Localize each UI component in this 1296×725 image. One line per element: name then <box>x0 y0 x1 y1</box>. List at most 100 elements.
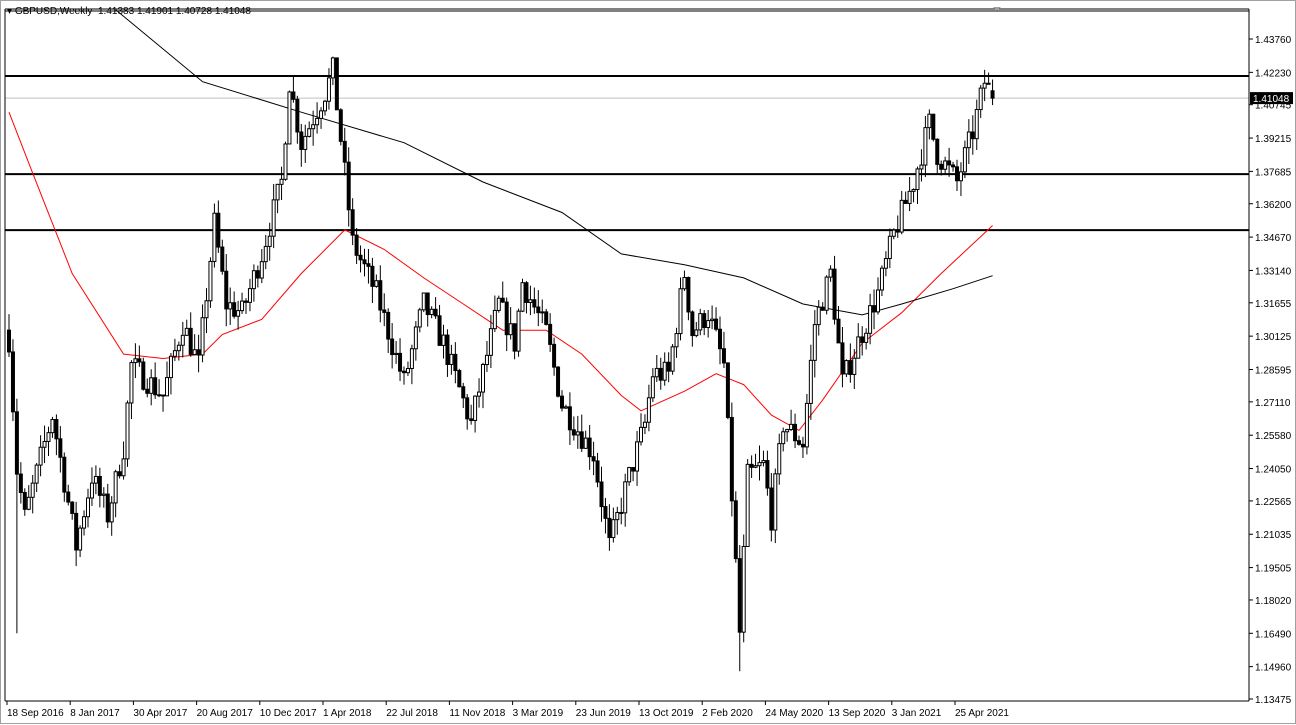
bull-candle <box>409 348 414 369</box>
bull-candle <box>911 189 916 192</box>
price-chart[interactable]: 1.437601.422301.407451.392151.376851.362… <box>1 1 1296 725</box>
bull-candle <box>200 317 205 356</box>
bull-candle <box>192 349 197 356</box>
bull-candle <box>212 212 217 262</box>
bull-candle <box>781 431 786 445</box>
bear-candle <box>749 463 754 468</box>
bear-candle <box>666 361 671 372</box>
bear-candle <box>686 276 691 313</box>
price-tick-label: 1.31655 <box>1255 299 1292 310</box>
bull-candle <box>477 391 482 397</box>
price-tick-label: 1.21035 <box>1255 530 1292 541</box>
bull-candle <box>710 318 715 322</box>
bull-candle <box>449 353 454 365</box>
bull-candle <box>785 429 790 433</box>
bull-candle <box>481 364 485 393</box>
date-tick-label: 22 Jul 2018 <box>386 708 438 719</box>
date-tick-label: 13 Oct 2019 <box>639 708 694 719</box>
bear-candle <box>153 377 158 396</box>
price-tick-label: 1.33140 <box>1255 266 1292 277</box>
date-tick-label: 18 Sep 2016 <box>7 708 64 719</box>
bear-candle <box>832 268 837 320</box>
bear-candle <box>737 558 742 633</box>
bull-candle <box>109 502 114 523</box>
bear-candle <box>338 109 343 142</box>
bear-candle <box>765 460 770 489</box>
close-value: 1.41048 <box>214 6 251 17</box>
date-tick-label: 24 May 2020 <box>765 708 823 719</box>
moving-average-line <box>115 9 993 316</box>
bear-candle <box>220 246 225 272</box>
bear-candle <box>145 388 150 394</box>
bear-candle <box>161 394 166 397</box>
bear-candle <box>196 349 201 356</box>
bear-candle <box>14 411 19 475</box>
bear-candle <box>295 98 300 133</box>
bear-candle <box>548 323 553 345</box>
bear-candle <box>903 199 908 204</box>
price-tick-label: 1.30125 <box>1255 332 1292 343</box>
bull-candle <box>263 245 268 263</box>
bear-candle <box>599 481 604 508</box>
bull-candle <box>46 432 51 442</box>
date-tick-label: 20 Aug 2017 <box>197 708 254 719</box>
collapse-triangle-icon[interactable]: ▾ <box>7 6 12 17</box>
bear-candle <box>378 280 383 311</box>
bear-candle <box>895 229 900 233</box>
bear-candle <box>457 370 462 388</box>
bull-candle <box>319 110 324 119</box>
bear-candle <box>97 475 102 496</box>
bull-candle <box>78 527 83 551</box>
bear-candle <box>793 423 798 442</box>
date-tick-label: 3 Mar 2019 <box>513 708 564 719</box>
bear-candle <box>970 131 975 140</box>
bull-candle <box>204 300 209 319</box>
bull-candle <box>828 268 833 278</box>
price-tick-label: 1.25580 <box>1255 431 1292 442</box>
bull-candle <box>374 280 379 287</box>
bull-candle <box>852 357 857 375</box>
bear-candle <box>931 113 936 140</box>
bear-candle <box>390 338 395 356</box>
bear-candle <box>70 501 75 514</box>
bear-candle <box>370 265 375 287</box>
price-tick-label: 1.27110 <box>1255 398 1291 409</box>
bear-candle <box>714 318 719 330</box>
bear-candle <box>465 397 470 420</box>
bear-candle <box>346 161 351 211</box>
bull-candle <box>982 82 987 89</box>
bull-candle <box>891 229 896 237</box>
bull-candle <box>259 261 264 279</box>
bull-candle <box>473 395 478 421</box>
bull-candle <box>812 324 817 361</box>
bull-candle <box>484 354 489 366</box>
chart-window: ▾ GBPUSD,Weekly 1.41383 1.41901 1.40728 … <box>0 0 1296 724</box>
bear-candle <box>224 270 229 310</box>
bull-candle <box>184 327 189 336</box>
bull-candle <box>496 297 501 311</box>
bull-candle <box>670 346 675 372</box>
bull-candle <box>279 178 284 185</box>
bull-candle <box>323 100 327 112</box>
bear-candle <box>591 456 596 462</box>
bull-candle <box>42 440 47 448</box>
bull-candle <box>978 87 983 111</box>
price-tick-label: 1.28595 <box>1255 365 1292 376</box>
bear-candle <box>619 511 624 514</box>
bull-candle <box>706 320 711 329</box>
bull-candle <box>326 77 331 102</box>
bull-candle <box>777 443 782 475</box>
bear-candle <box>469 418 474 421</box>
bull-candle <box>611 519 616 539</box>
bull-candle <box>745 463 750 547</box>
bear-candle <box>398 352 403 372</box>
bull-candle <box>927 113 932 129</box>
bull-candle <box>575 431 580 436</box>
bull-candle <box>615 511 620 521</box>
date-tick-label: 25 Apr 2021 <box>955 708 1009 719</box>
bull-candle <box>642 421 647 428</box>
bear-candle <box>461 386 466 399</box>
date-tick-label: 30 Apr 2017 <box>133 708 187 719</box>
bull-candle <box>915 168 920 191</box>
bull-candle <box>125 402 130 460</box>
